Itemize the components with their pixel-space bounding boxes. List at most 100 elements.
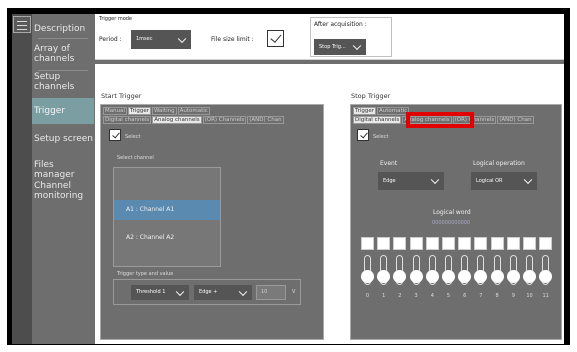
toggle-knob — [409, 270, 423, 283]
threshold-select[interactable]: Threshold 1 — [131, 285, 189, 300]
list-item[interactable]: A1 : Channel A1 — [114, 200, 220, 220]
bit-toggle-switch[interactable] — [474, 255, 488, 285]
file-size-limit-checkbox[interactable] — [267, 30, 284, 47]
bit-value-box — [377, 237, 391, 250]
bit-value-box — [425, 237, 439, 250]
tab-analog-channels[interactable]: Analog channels — [152, 116, 202, 124]
left-rail — [12, 14, 32, 344]
bit-index-label: 10 — [526, 293, 533, 299]
logical-operation-value: Logical OR — [476, 178, 503, 184]
tab-digital-channels[interactable]: Digital channels — [353, 116, 402, 124]
list-item[interactable]: A2 : Channel A2 — [114, 228, 220, 248]
period-select[interactable]: 1msec — [131, 30, 191, 49]
event-select[interactable]: Edge — [378, 172, 444, 190]
start-trigger-title: Start Trigger — [101, 92, 142, 100]
bit-toggle-switch[interactable] — [409, 255, 423, 285]
bit-value-box — [409, 237, 423, 250]
bit-index-label: 9 — [511, 293, 515, 299]
after-acquisition-select[interactable]: Stop Trig... — [314, 39, 366, 55]
tab-waiting[interactable]: Waiting — [151, 107, 177, 115]
tab-and-channels[interactable]: (AND) Chan — [497, 116, 534, 124]
after-acquisition-value: Stop Trig... — [319, 44, 346, 50]
stop-trigger-panel: Trigger Automatic Digital channels Analog … — [350, 104, 562, 340]
bit-index-label: 0 — [365, 293, 370, 299]
bit-value-box — [490, 237, 504, 250]
toggle-knob — [539, 270, 553, 283]
stop-trigger-title: Stop Trigger — [351, 92, 391, 100]
bit-toggle-switch[interactable] — [506, 255, 520, 285]
bit-index-label: 2 — [398, 293, 402, 299]
bit-value-box — [506, 237, 520, 250]
bit-value-box — [539, 237, 553, 250]
toggle-knob — [474, 270, 488, 283]
bit-toggle-switch[interactable] — [425, 255, 439, 285]
file-size-limit-label: File size limit : — [211, 36, 254, 43]
tab-trigger[interactable]: Trigger — [353, 107, 376, 115]
sidebar-item-setup-screen[interactable]: Setup screen — [32, 134, 94, 144]
chevron-down-icon — [430, 175, 440, 185]
bit-toggle-switch[interactable] — [523, 255, 536, 285]
tab-automatic[interactable]: Automatic — [376, 107, 410, 115]
toggle-knob — [523, 270, 536, 283]
sidebar-item-description[interactable]: Description — [32, 24, 94, 34]
bit-index-label: 4 — [430, 293, 434, 299]
tab-or-channels[interactable]: (OR) Channels — [202, 116, 247, 124]
bit-toggle-switch[interactable] — [539, 255, 553, 285]
tab-digital-channels[interactable]: Digital channels — [103, 116, 152, 124]
bit-toggle-switch[interactable] — [458, 255, 472, 285]
period-value: 1msec — [136, 36, 153, 42]
toggle-knob — [458, 270, 472, 283]
chevron-down-icon — [238, 287, 248, 296]
hamburger-menu-icon[interactable] — [13, 16, 31, 33]
chevron-down-icon — [352, 41, 362, 51]
bit-value-box — [442, 237, 455, 250]
sidebar-item-array-of-channels[interactable]: Array of channels — [32, 44, 80, 64]
start-trigger-mode-tabs: Manual Trigger Waiting Automatic — [103, 107, 211, 115]
sidebar-item-files-manager[interactable]: Files manager — [32, 160, 94, 180]
bit-toggle-switch[interactable] — [442, 255, 455, 285]
chevron-down-icon — [523, 175, 533, 185]
trigger-type-row: Threshold 1 Edge + 10 V — [113, 279, 301, 305]
bit-index-label: 5 — [446, 293, 451, 299]
bit-toggle-switch[interactable] — [361, 255, 374, 285]
unit-label: V — [292, 289, 296, 295]
edge-value: Edge + — [199, 289, 218, 295]
sidebar-item-trigger[interactable]: Trigger — [32, 98, 94, 124]
threshold-value: Threshold 1 — [136, 289, 166, 295]
bit-value-box — [393, 237, 407, 250]
after-acquisition-label: After acquisition : — [314, 21, 367, 28]
logical-operation-select[interactable]: Logical OR — [471, 172, 537, 190]
bit-toggle-switch[interactable] — [490, 255, 504, 285]
stop-select-checkbox[interactable] — [357, 129, 369, 141]
logical-word-label: Logical word — [433, 209, 471, 216]
bit-value-box — [523, 237, 536, 250]
edge-select[interactable]: Edge + — [194, 285, 252, 300]
tab-automatic[interactable]: Automatic — [177, 107, 210, 115]
toggle-knob — [490, 270, 504, 283]
tab-manual[interactable]: Manual — [103, 107, 127, 115]
start-trigger-channel-tabs: Digital channels Analog channels (OR) Chan… — [103, 116, 285, 124]
chevron-down-icon — [177, 34, 187, 43]
event-value: Edge — [383, 178, 396, 184]
bit-index-label: 3 — [414, 293, 418, 299]
bit-value-box — [474, 237, 488, 250]
sidebar: Description Array of channels Setup chan… — [32, 14, 94, 344]
toggle-knob — [393, 270, 407, 283]
start-select-checkbox[interactable] — [109, 129, 121, 141]
trigger-mode-bar: Trigger mode Period : 1msec File size li… — [95, 14, 564, 60]
tab-and-channels[interactable]: (AND) Chan — [247, 116, 284, 124]
channel-list: A1 : Channel A1 A2 : Channel A2 — [113, 167, 221, 267]
start-trigger-panel: Manual Trigger Waiting Automatic Digital ch… — [100, 104, 324, 340]
highlight-box — [406, 112, 474, 128]
stop-trigger-mode-tabs: Trigger Automatic — [353, 107, 410, 115]
trigger-type-label: Trigger type and value — [117, 271, 174, 277]
tab-trigger[interactable]: Trigger — [128, 107, 151, 115]
sidebar-item-setup-channels[interactable]: Setup channels — [32, 72, 76, 92]
toggle-knob — [361, 270, 374, 283]
sidebar-item-channel-monitoring[interactable]: Channel monitoring — [32, 181, 83, 201]
trigger-mode-title: Trigger mode — [99, 16, 133, 22]
toggle-knob — [425, 270, 439, 283]
trigger-value-input[interactable]: 10 — [256, 285, 286, 300]
bit-toggle-switch[interactable] — [393, 255, 407, 285]
bit-toggle-switch[interactable] — [377, 255, 391, 285]
